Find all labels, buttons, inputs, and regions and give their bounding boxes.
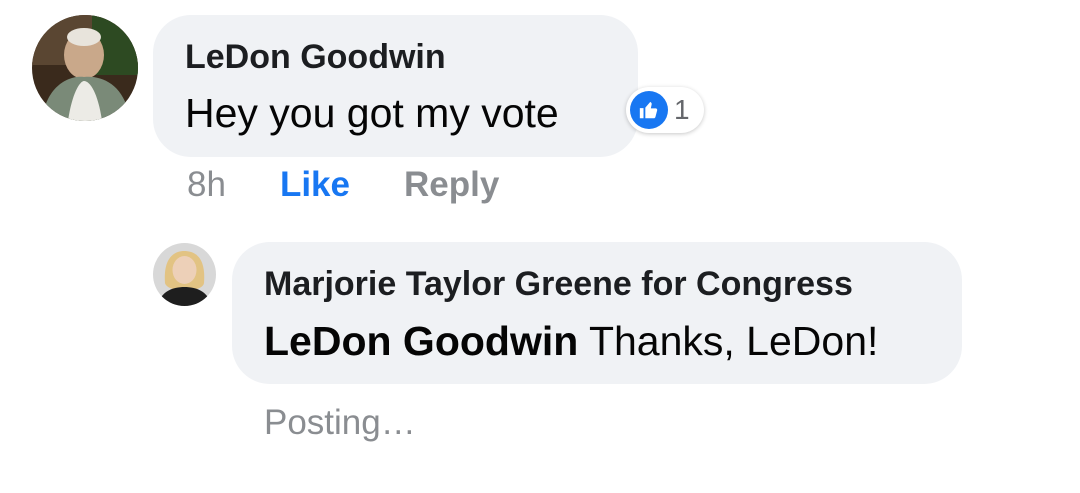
reaction-count: 1 (674, 94, 690, 125)
comment-author-name[interactable]: LeDon Goodwin (185, 38, 446, 77)
posting-status: Posting… (264, 403, 416, 442)
commenter-avatar[interactable] (32, 15, 138, 121)
reply-text: LeDon Goodwin Thanks, LeDon! (264, 318, 878, 365)
reply-button[interactable]: Reply (404, 165, 499, 205)
reaction-summary[interactable]: 1 (626, 87, 704, 133)
comment-text: Hey you got my vote (185, 90, 559, 136)
replier-avatar[interactable] (153, 243, 216, 306)
comment-timestamp[interactable]: 8h (187, 165, 226, 205)
reply-author-name[interactable]: Marjorie Taylor Greene for Congress (264, 265, 853, 304)
replier-photo (153, 243, 216, 306)
reply-mention[interactable]: LeDon Goodwin (264, 318, 578, 364)
thumbs-up-icon (630, 91, 668, 129)
comment-actions: 8h Like Reply (187, 165, 499, 205)
commenter-photo (32, 15, 138, 121)
reply-body: Thanks, LeDon! (578, 318, 879, 364)
like-button[interactable]: Like (280, 165, 350, 205)
